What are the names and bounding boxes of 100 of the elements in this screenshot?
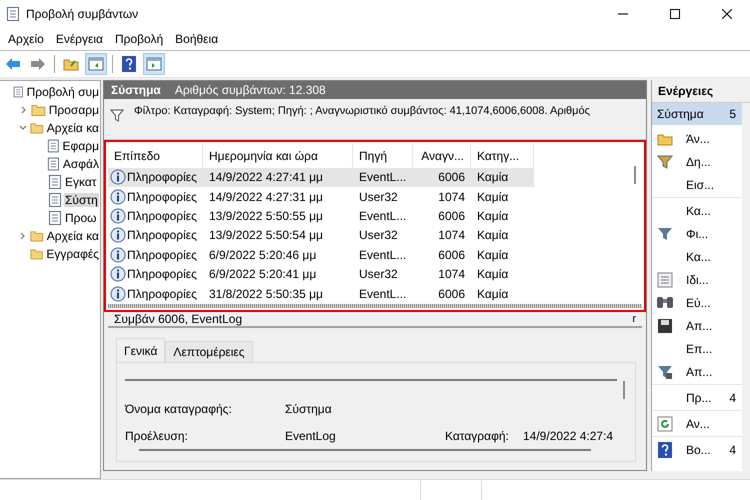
table-cell-text: Καμία — [476, 209, 510, 224]
tree-item[interactable]: Προω — [64, 211, 98, 225]
help-icon — [122, 56, 136, 72]
action-item[interactable]: Εισ... — [652, 173, 742, 196]
table-cell-text: 6006 — [437, 248, 466, 262]
maximize-icon — [670, 9, 680, 19]
tree-item[interactable]: Αρχεία κα — [46, 229, 100, 243]
chevron-icon[interactable] — [19, 232, 28, 240]
table-cell: Πληροφορίες — [127, 228, 197, 242]
folder-icon — [30, 229, 44, 243]
action-item[interactable]: Κα... — [652, 199, 742, 222]
action-item[interactable]: Βο... 4 — [652, 438, 742, 461]
chevron-icon[interactable] — [20, 106, 28, 114]
table-cell: Πληροφορίες — [127, 190, 197, 204]
table-cell-text: User32 — [358, 267, 399, 282]
scrollbar-thumb[interactable] — [139, 449, 591, 451]
forward-arrow-icon — [30, 57, 46, 71]
log-book-icon — [13, 84, 24, 100]
action-item[interactable]: Απ... — [652, 360, 742, 383]
tree-item[interactable]: Προσαρμ — [48, 103, 100, 117]
event-count: Αριθμός συμβάντων: 12.308 — [174, 82, 326, 97]
table-cell-text: 6/9/2022 5:20:41 μμ — [208, 267, 318, 282]
tree-item[interactable]: Εγκατ — [64, 175, 98, 189]
table-cell-text: EventL... — [358, 209, 408, 224]
table-cell-text: 1074 — [437, 267, 466, 282]
table-cell-text: 1074 — [437, 228, 466, 242]
tab[interactable]: Λεπτομέρειες — [165, 341, 253, 362]
action-item[interactable]: Ιδι... — [652, 268, 742, 291]
action-item[interactable]: Πρ... 4 — [652, 386, 742, 409]
tree-item[interactable]: Σύστη — [64, 193, 99, 207]
panel-icon — [88, 57, 104, 71]
action-item[interactable]: Κα... — [652, 245, 742, 268]
field-value: 14/9/2022 4:27:4 — [523, 429, 614, 443]
info-icon — [110, 188, 126, 205]
menu-item[interactable]: Ενέργεια — [50, 32, 109, 46]
chevron-icon[interactable] — [19, 124, 28, 132]
table-cell-text: User32 — [358, 190, 399, 204]
filter-icon — [657, 226, 673, 242]
tab[interactable]: Γενικά — [116, 338, 166, 362]
action-item[interactable]: Φι... — [652, 222, 742, 245]
tree-item[interactable]: Προβολή συμ — [26, 85, 100, 99]
table-cell-text: EventL... — [358, 170, 408, 184]
panel-icon — [146, 57, 162, 71]
action-item[interactable]: Άν... — [652, 127, 742, 150]
field-value: EventLog — [285, 429, 337, 443]
back-arrow-icon — [5, 57, 21, 71]
event-row[interactable]: Πληροφορίες 14/9/2022 4:27:41 μμ EventL... 6006 Καμία — [108, 168, 534, 187]
tree-item[interactable]: Εγγραφές — [45, 247, 100, 261]
field-label: Όνομα καταγραφής: — [125, 402, 233, 416]
table-cell-text: Καμία — [476, 267, 510, 282]
menu-item[interactable]: Προβολή — [108, 32, 170, 46]
info-icon — [110, 227, 126, 244]
field-value: Σύστημα — [285, 402, 333, 416]
toolbar-button[interactable] — [85, 53, 107, 75]
event-row[interactable]: Πληροφορίες 14/9/2022 4:27:31 μμ User32 1074 Καμία — [108, 186, 534, 206]
folder-icon — [30, 121, 44, 135]
table-cell: Πληροφορίες — [127, 267, 197, 282]
tree-item[interactable]: Αρχεία κα — [46, 121, 100, 135]
app-icon — [6, 6, 20, 22]
filter-description: Φίλτρο: Καταγραφή: System; Πηγή: ; Αναγνωριστικό συμβάντος: 41,1074,6006,6008. Αριθμός — [134, 104, 590, 117]
log-icon — [48, 174, 62, 190]
scrollbar-thumb[interactable] — [634, 166, 636, 184]
log-icon — [46, 138, 60, 154]
table-cell-text: Καμία — [476, 228, 510, 242]
event-row[interactable]: Πληροφορίες 6/9/2022 5:20:41 μμ User32 1074 Καμία — [108, 264, 534, 284]
action-item[interactable]: Αν... — [652, 412, 742, 435]
tree-item[interactable]: Εφαρμ — [62, 139, 100, 153]
tree-item[interactable]: Ασφάλ — [62, 157, 100, 171]
action-item[interactable]: Απ... — [652, 314, 742, 337]
event-row[interactable]: Πληροφορίες 13/9/2022 5:50:54 μμ User32 1074 Καμία — [108, 226, 534, 246]
action-item[interactable]: Εύ... — [652, 291, 742, 314]
scrollbar-thumb[interactable] — [623, 381, 625, 399]
action-item[interactable]: Επ... — [652, 337, 742, 360]
action-item[interactable]: Δη... — [652, 150, 742, 173]
folder-icon — [63, 57, 79, 71]
actions-section[interactable]: Σύστημα 5 — [652, 103, 742, 125]
info-icon — [110, 246, 126, 263]
info-icon — [110, 266, 126, 282]
table-cell-text: 13/9/2022 5:50:55 μμ — [208, 209, 324, 224]
close-glyph[interactable]: r — [632, 312, 636, 325]
table-cell-text: 6006 — [437, 209, 466, 224]
table-cell-text: 6/9/2022 5:20:46 μμ — [208, 248, 318, 262]
table-cell-text: 14/9/2022 4:27:31 μμ — [208, 190, 324, 204]
toolbar-button[interactable] — [143, 53, 165, 75]
table-cell: Πληροφορίες — [127, 286, 197, 301]
event-row[interactable]: Πληροφορίες 13/9/2022 5:50:55 μμ EventL... 6006 Καμία — [108, 206, 534, 226]
event-row[interactable]: Πληροφορίες 31/8/2022 5:50:35 μμ EventL... 6006 Καμία — [108, 284, 534, 304]
info-icon — [110, 286, 126, 302]
table-cell-text: EventL... — [358, 248, 408, 262]
field-label: Προέλευση: — [125, 429, 189, 443]
info-icon — [110, 208, 126, 224]
table-cell-text: Καμία — [476, 190, 510, 204]
event-row[interactable]: Πληροφορίες 6/9/2022 5:20:46 μμ EventL... 6006 Καμία — [108, 245, 534, 265]
table-cell-text: 1074 — [437, 190, 466, 204]
table-cell: Πληροφορίες — [127, 209, 197, 224]
refresh-icon — [657, 416, 673, 432]
menu-item[interactable]: Βοήθεια — [169, 32, 224, 46]
menu-item[interactable]: Αρχείο — [2, 32, 50, 46]
close-icon — [722, 9, 732, 19]
log-name: Σύστημα — [111, 82, 161, 97]
